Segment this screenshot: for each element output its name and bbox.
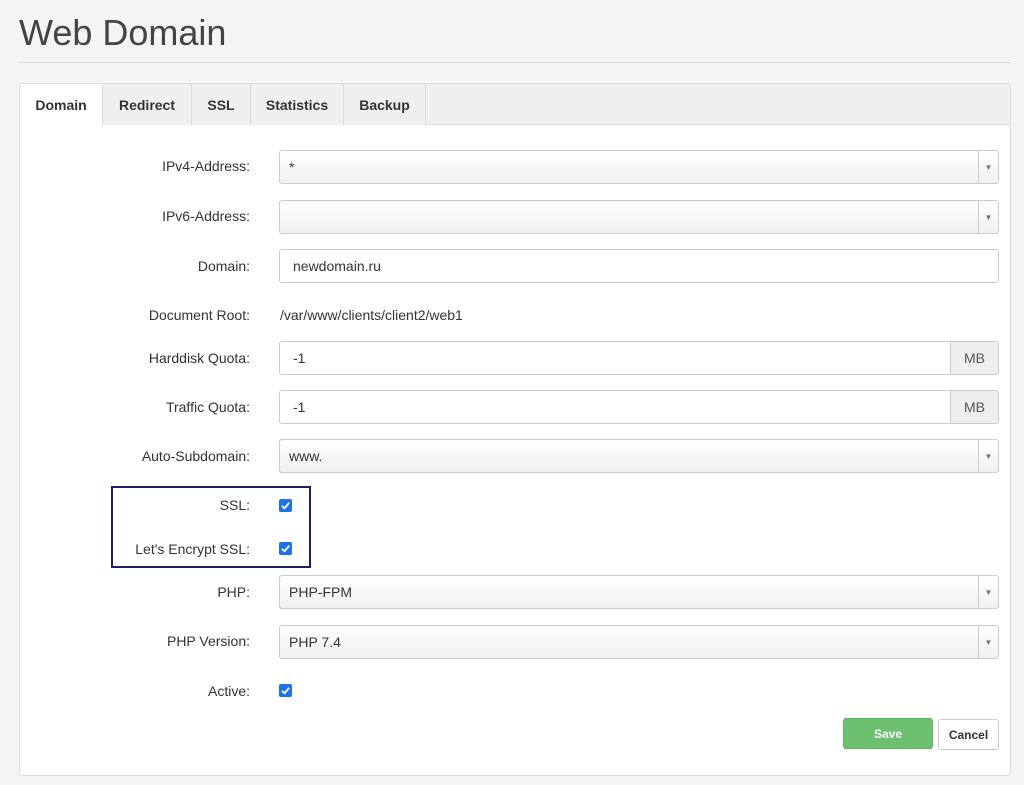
active-checkbox[interactable] [279, 684, 292, 697]
tab-domain[interactable]: Domain [20, 84, 103, 126]
domain-label: Domain: [197, 258, 250, 274]
ipv4-select[interactable]: * ▼ [279, 150, 999, 184]
caret-down-icon: ▼ [978, 626, 998, 658]
caret-down-icon: ▼ [978, 576, 998, 608]
php-label: PHP: [217, 584, 250, 600]
cancel-button[interactable]: Cancel [938, 719, 999, 750]
ssl-checkbox[interactable] [279, 499, 292, 512]
tab-ssl[interactable]: SSL [192, 84, 251, 125]
check-icon [281, 545, 290, 553]
harddisk-quota-label: Harddisk Quota: [148, 350, 250, 366]
auto-subdomain-label: Auto-Subdomain: [141, 448, 250, 464]
php-version-value: PHP 7.4 [289, 634, 341, 650]
ipv4-value: * [289, 159, 295, 175]
php-version-label: PHP Version: [166, 633, 250, 649]
document-root-label: Document Root: [148, 307, 250, 323]
domain-input[interactable]: newdomain.ru [279, 249, 999, 283]
harddisk-quota-input[interactable]: -1 [279, 341, 951, 375]
ipv6-label: IPv6-Address: [162, 208, 250, 224]
tab-redirect[interactable]: Redirect [103, 84, 192, 125]
harddisk-quota-unit: MB [951, 341, 999, 375]
tab-statistics[interactable]: Statistics [251, 84, 344, 125]
php-value: PHP-FPM [289, 584, 352, 600]
traffic-quota-unit: MB [951, 390, 999, 424]
caret-down-icon: ▼ [978, 440, 998, 472]
ssl-label: SSL: [219, 497, 250, 513]
ipv6-select[interactable]: ▼ [279, 200, 999, 234]
php-select[interactable]: PHP-FPM ▼ [279, 575, 999, 609]
traffic-quota-input[interactable]: -1 [279, 390, 951, 424]
check-icon [281, 502, 290, 510]
web-domain-panel: Domain Redirect SSL Statistics Backup IP… [19, 83, 1011, 776]
page-title: Web Domain [19, 12, 227, 53]
document-root-value: /var/www/clients/client2/web1 [280, 307, 463, 323]
php-version-select[interactable]: PHP 7.4 ▼ [279, 625, 999, 659]
tab-backup[interactable]: Backup [344, 84, 426, 125]
title-divider [19, 62, 1011, 63]
tab-bar: Domain Redirect SSL Statistics Backup [20, 84, 1010, 126]
caret-down-icon: ▼ [978, 151, 998, 183]
save-button[interactable]: Save [843, 718, 933, 749]
check-icon [281, 687, 290, 695]
caret-down-icon: ▼ [978, 201, 998, 233]
ipv4-label: IPv4-Address: [162, 158, 250, 174]
auto-subdomain-select[interactable]: www. ▼ [279, 439, 999, 473]
traffic-quota-label: Traffic Quota: [165, 399, 250, 415]
letsencrypt-label: Let's Encrypt SSL: [135, 541, 250, 557]
active-label: Active: [207, 683, 250, 699]
letsencrypt-checkbox[interactable] [279, 542, 292, 555]
auto-subdomain-value: www. [289, 448, 323, 464]
